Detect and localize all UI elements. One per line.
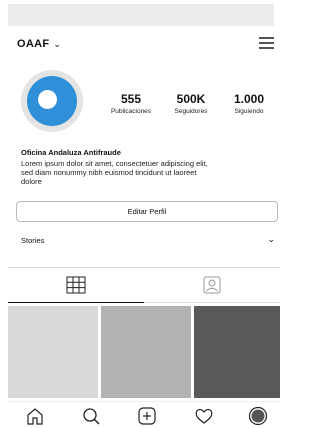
stories-toggle[interactable]: Stories ⌄ (21, 234, 275, 248)
account-switcher[interactable]: OAAF ⌄ (17, 38, 61, 50)
bottom-nav (8, 401, 280, 428)
post-tile[interactable] (194, 306, 280, 398)
content-tabs (8, 268, 280, 303)
post-tile[interactable] (101, 306, 191, 398)
stat-posts[interactable]: 555 Publicaciones (101, 92, 161, 115)
tab-tagged[interactable] (144, 268, 280, 303)
profile-avatar[interactable] (21, 70, 83, 132)
profile-avatar-icon[interactable] (248, 406, 268, 426)
stat-followers-value: 500K (176, 92, 206, 106)
username-label: OAAF (17, 38, 50, 50)
stories-label: Stories (21, 236, 45, 245)
stat-followers[interactable]: 500K Seguidores (161, 92, 221, 115)
stat-followers-label: Seguidores (174, 108, 208, 115)
add-post-icon[interactable] (137, 406, 157, 426)
tagged-portrait-icon (203, 276, 221, 294)
stat-following-label: Siguiendo (234, 108, 264, 115)
chevron-down-icon: ⌄ (53, 38, 62, 49)
heart-icon[interactable] (194, 406, 214, 426)
stat-posts-label: Publicaciones (110, 108, 152, 115)
avatar-image (27, 76, 77, 126)
posts-grid (8, 306, 280, 398)
menu-icon[interactable] (259, 37, 274, 49)
search-icon[interactable] (81, 406, 101, 426)
stat-following-value: 1.000 (233, 92, 265, 106)
post-tile[interactable] (8, 306, 98, 398)
bio-name: Oficina Andaluza Antifraude (21, 148, 121, 157)
chevron-down-icon: ⌄ (267, 234, 275, 244)
tab-grid[interactable] (8, 268, 144, 303)
bio-text: Lorem ipsum dolor sit amet, consectetuer… (21, 159, 208, 186)
stat-following[interactable]: 1.000 Siguiendo (219, 92, 279, 115)
profile-screen: OAAF ⌄ 555 Publicaciones 500K Seguidores… (8, 26, 280, 427)
status-bar (8, 4, 274, 26)
edit-profile-button[interactable]: Editar Perfil (16, 201, 278, 222)
home-icon[interactable] (25, 406, 45, 426)
stat-posts-value: 555 (120, 92, 142, 106)
top-bar: OAAF ⌄ (8, 26, 280, 56)
grid-icon (66, 276, 86, 294)
